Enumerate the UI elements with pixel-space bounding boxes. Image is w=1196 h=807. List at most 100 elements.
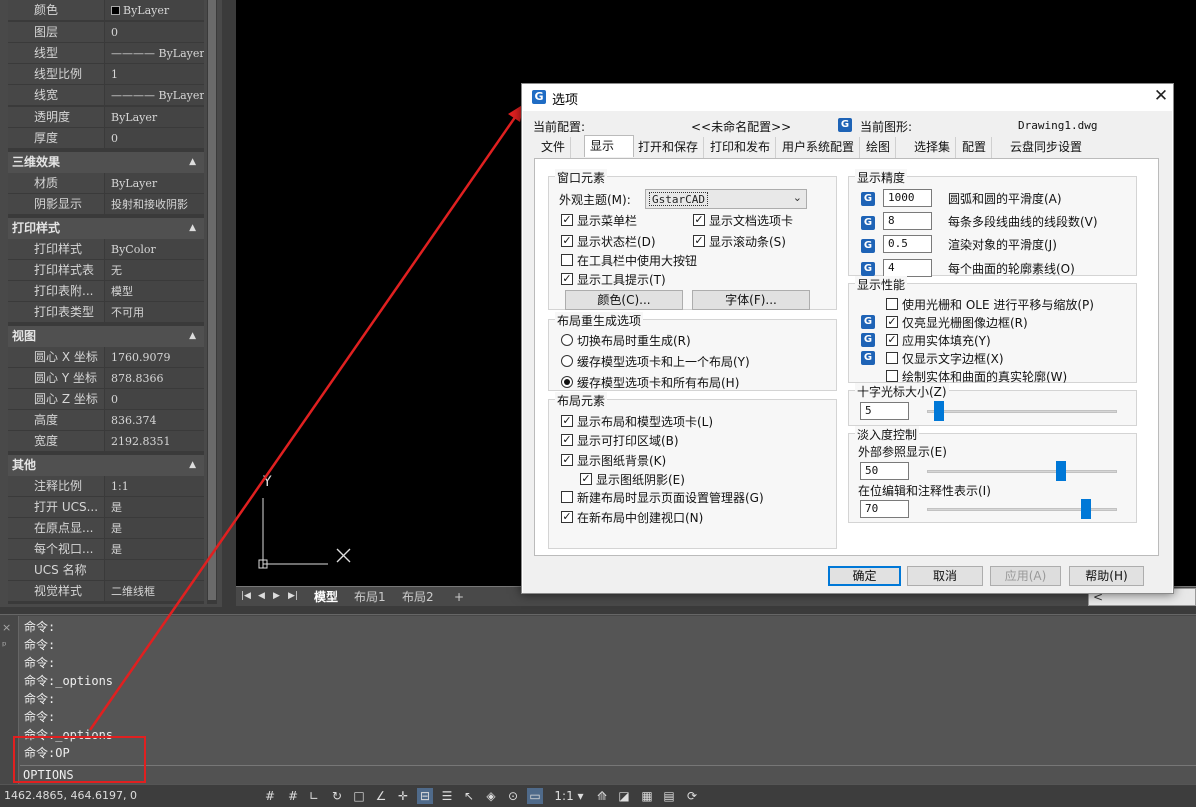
- theme-select[interactable]: GstarCAD ⌄: [645, 189, 807, 209]
- prop-row-height[interactable]: 高度 836.374: [8, 410, 204, 431]
- tab-model[interactable]: 模型: [314, 588, 338, 606]
- dialog-title-bar[interactable]: G 选项 ✕: [522, 84, 1173, 111]
- inplace-slider-thumb[interactable]: [1081, 499, 1092, 519]
- show-menubar-checkbox[interactable]: ✓: [561, 214, 573, 226]
- tab-display[interactable]: 显示: [584, 135, 634, 157]
- clean-screen-icon[interactable]: ▤: [661, 788, 677, 804]
- prop-row-center-x[interactable]: 圆心 X 坐标 1760.9079: [8, 347, 204, 368]
- prop-row-plot-table-type[interactable]: 打印表类型 不可用: [8, 302, 204, 323]
- prop-row-ucs-at-origin[interactable]: 在原点显... 是: [8, 518, 204, 539]
- dyn-input-icon[interactable]: ⊟: [417, 788, 433, 804]
- tab-layout2[interactable]: 布局2: [402, 588, 434, 606]
- xref-slider-thumb[interactable]: [1055, 461, 1066, 481]
- prop-row-linetype-scale[interactable]: 线型比例 1: [8, 64, 204, 85]
- last-tab-icon[interactable]: ▶|: [288, 591, 298, 601]
- prop-row-center-z[interactable]: 圆心 Z 坐标 0: [8, 389, 204, 410]
- fonts-button[interactable]: 字体(F)...: [692, 290, 810, 310]
- tab-user-preferences[interactable]: 用户系统配置: [777, 137, 861, 158]
- tab-layout1[interactable]: 布局1: [354, 588, 386, 606]
- annotation-visibility-icon[interactable]: ⟰: [594, 788, 610, 804]
- show-layout-tabs-checkbox[interactable]: ✓: [561, 415, 573, 427]
- snap-icon[interactable]: #: [285, 788, 301, 804]
- pline-segments-input[interactable]: 8: [883, 212, 932, 230]
- close-icon[interactable]: ×: [2, 619, 11, 637]
- prop-row-linetype[interactable]: 线型 ———— ByLayer: [8, 43, 204, 64]
- arc-smoothness-input[interactable]: 1000: [883, 189, 932, 207]
- zoom-icon[interactable]: ⊙: [505, 788, 521, 804]
- show-paper-shadow-checkbox[interactable]: ✓: [580, 473, 592, 485]
- add-layout-button[interactable]: +: [454, 588, 464, 606]
- section-3d-effects[interactable]: 三维效果 ▲: [8, 152, 204, 173]
- tab-selection[interactable]: 选择集: [909, 137, 957, 158]
- prop-row-width[interactable]: 宽度 2192.8351: [8, 431, 204, 452]
- crosshair-slider-thumb[interactable]: [934, 401, 945, 421]
- customize-icon[interactable]: ⟳: [684, 788, 700, 804]
- close-dialog-icon[interactable]: ✕: [1151, 86, 1171, 106]
- help-button[interactable]: 帮助(H): [1069, 566, 1144, 586]
- xref-fade-slider[interactable]: [927, 470, 1117, 473]
- prop-row-ucs-icon-on[interactable]: 打开 UCS... 是: [8, 497, 204, 518]
- xref-fade-input[interactable]: 50: [860, 462, 909, 480]
- collapse-icon[interactable]: ▲: [189, 152, 196, 173]
- tab-profiles[interactable]: 配置: [957, 137, 993, 158]
- text-frame-checkbox[interactable]: [886, 352, 898, 364]
- true-silhouettes-checkbox[interactable]: [886, 370, 898, 382]
- prop-row-color[interactable]: 颜色 ByLayer: [8, 0, 204, 21]
- scrollbar-thumb[interactable]: [208, 0, 216, 600]
- lineweight-icon[interactable]: ☰: [439, 788, 455, 804]
- prop-row-visual-style[interactable]: 视觉样式 二维线框: [8, 581, 204, 602]
- prop-row-ucs-name[interactable]: UCS 名称: [8, 560, 204, 581]
- prop-row-plot-style[interactable]: 打印样式 ByColor: [8, 239, 204, 260]
- show-paper-bg-checkbox[interactable]: ✓: [561, 454, 573, 466]
- crosshair-size-input[interactable]: 5: [860, 402, 909, 420]
- prop-row-ucs-per-viewport[interactable]: 每个视口... 是: [8, 539, 204, 560]
- tab-drafting[interactable]: 绘图: [861, 137, 897, 158]
- render-smoothness-input[interactable]: 0.5: [883, 235, 932, 253]
- prev-tab-icon[interactable]: ◀: [258, 591, 265, 601]
- pin-icon[interactable]: ᵖ: [2, 637, 11, 655]
- selection-cycle-icon[interactable]: ↖: [461, 788, 477, 804]
- prop-row-material[interactable]: 材质 ByLayer: [8, 173, 204, 194]
- show-printable-checkbox[interactable]: ✓: [561, 434, 573, 446]
- cache-all-layouts-radio[interactable]: [561, 376, 573, 388]
- section-plot-style[interactable]: 打印样式 ▲: [8, 218, 204, 239]
- first-tab-icon[interactable]: |◀: [241, 591, 251, 601]
- command-input[interactable]: OPTIONS: [20, 765, 1196, 784]
- osnap-icon[interactable]: □: [351, 788, 367, 804]
- show-scrollbars-checkbox[interactable]: ✓: [693, 235, 705, 247]
- prop-row-lineweight[interactable]: 线宽 ———— ByLayer: [8, 85, 204, 106]
- section-view[interactable]: 视图 ▲: [8, 326, 204, 347]
- show-tooltips-checkbox[interactable]: ✓: [561, 273, 573, 285]
- show-doc-tabs-checkbox[interactable]: ✓: [693, 214, 705, 226]
- prop-row-center-y[interactable]: 圆心 Y 坐标 878.8366: [8, 368, 204, 389]
- prop-row-annotation-scale[interactable]: 注释比例 1:1: [8, 476, 204, 497]
- ortho-icon[interactable]: ∟: [306, 788, 322, 804]
- dyn-ucs-icon[interactable]: ✛: [395, 788, 411, 804]
- crosshair-size-slider[interactable]: [927, 410, 1117, 413]
- cancel-button[interactable]: 取消: [907, 566, 983, 586]
- prop-row-plot-attach[interactable]: 打印表附... 模型: [8, 281, 204, 302]
- show-statusbar-checkbox[interactable]: ✓: [561, 235, 573, 247]
- create-viewport-checkbox[interactable]: ✓: [561, 511, 573, 523]
- grid-display-icon[interactable]: #: [262, 788, 278, 804]
- inplace-fade-input[interactable]: 70: [860, 500, 909, 518]
- raster-frame-checkbox[interactable]: ✓: [886, 316, 898, 328]
- prop-row-layer[interactable]: 图层 0: [8, 22, 204, 43]
- apply-button[interactable]: 应用(A): [990, 566, 1061, 586]
- tab-open-save[interactable]: 打开和保存: [633, 137, 705, 158]
- layers-icon[interactable]: ◈: [483, 788, 499, 804]
- prop-row-thickness[interactable]: 厚度 0: [8, 128, 204, 149]
- colors-button[interactable]: 颜色(C)...: [565, 290, 683, 310]
- next-tab-icon[interactable]: ▶: [273, 591, 280, 601]
- otrack-icon[interactable]: ∠: [373, 788, 389, 804]
- hardware-accel-icon[interactable]: ▦: [639, 788, 655, 804]
- contour-lines-input[interactable]: 4: [883, 259, 932, 277]
- pan-zoom-checkbox[interactable]: [886, 298, 898, 310]
- model-space-icon[interactable]: ▭: [527, 788, 543, 804]
- solid-fill-checkbox[interactable]: ✓: [886, 334, 898, 346]
- prop-row-transparency[interactable]: 透明度 ByLayer: [8, 107, 204, 128]
- collapse-icon[interactable]: ▲: [189, 326, 196, 347]
- section-misc[interactable]: 其他 ▲: [8, 455, 204, 476]
- annotation-scale-dropdown[interactable]: 1:1 ▾: [549, 788, 589, 804]
- regen-on-switch-radio[interactable]: [561, 334, 573, 346]
